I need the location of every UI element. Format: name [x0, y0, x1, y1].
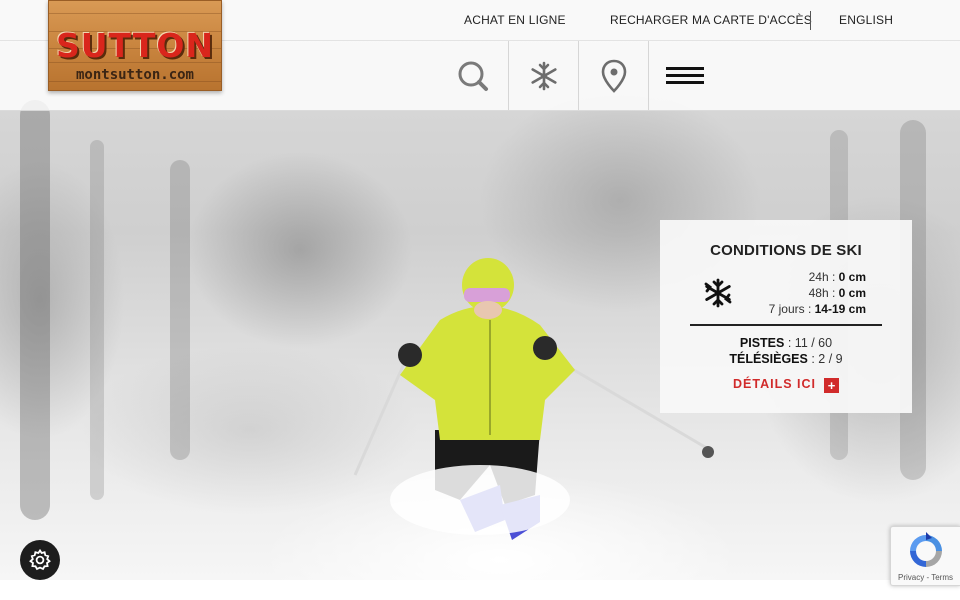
- recaptcha-links: Privacy - Terms: [891, 573, 960, 582]
- gear-icon: [29, 548, 51, 571]
- pistes-value: : 11 / 60: [787, 336, 833, 350]
- recaptcha-terms-link[interactable]: Terms: [931, 573, 953, 582]
- snow-24h-label: 24h :: [808, 270, 836, 284]
- menu-button[interactable]: [648, 41, 718, 110]
- sutton-logo[interactable]: SUTTON montsutton.com: [48, 0, 222, 91]
- plus-icon: +: [824, 378, 839, 393]
- hamburger-menu-icon: [665, 66, 704, 84]
- cookie-settings-button[interactable]: [20, 540, 60, 580]
- search-icon: [458, 61, 488, 91]
- recaptcha-badge[interactable]: Privacy - Terms: [890, 526, 960, 586]
- details-link[interactable]: DÉTAILS ICI +: [660, 377, 912, 393]
- buy-online-link[interactable]: ACHAT EN LIGNE: [464, 13, 566, 27]
- conditions-divider: [690, 324, 882, 326]
- snowflake-icon: [704, 278, 732, 308]
- map-pin-icon: [601, 59, 626, 93]
- topbar-divider: [810, 11, 811, 30]
- reload-card-link[interactable]: RECHARGER MA CARTE D'ACCÈS: [610, 13, 812, 27]
- recaptcha-privacy-link[interactable]: Privacy: [898, 573, 924, 582]
- snow-48h-row: 48h : 0 cm: [809, 286, 866, 300]
- lifts-row: TÉLÉSIÈGES : 2 / 9: [660, 352, 912, 366]
- recaptcha-logo-icon: [910, 532, 942, 567]
- logo-url: montsutton.com: [75, 67, 194, 83]
- pistes-row: PISTES : 11 / 60: [660, 336, 912, 350]
- snow-24h-value: 0 cm: [838, 270, 866, 284]
- snow-conditions-button[interactable]: [508, 41, 578, 110]
- language-switch-link[interactable]: ENGLISH: [839, 13, 893, 27]
- ski-conditions-card: CONDITIONS DE SKI 24h : 0 cm 48h : 0 cm …: [660, 220, 912, 413]
- lifts-label: TÉLÉSIÈGES: [729, 352, 808, 366]
- snow-7days-row: 7 jours : 14-19 cm: [769, 302, 866, 316]
- details-label: DÉTAILS ICI: [733, 377, 816, 391]
- snow-7days-value: 14-19 cm: [814, 302, 866, 316]
- snowflake-icon: [530, 61, 557, 90]
- pistes-label: PISTES: [739, 336, 785, 350]
- conditions-title: CONDITIONS DE SKI: [710, 242, 862, 259]
- logo-wordmark: SUTTON: [55, 26, 214, 65]
- snow-24h-row: 24h : 0 cm: [809, 270, 866, 284]
- snow-48h-label: 48h :: [808, 286, 836, 300]
- snow-7days-label: 7 jours :: [768, 302, 812, 316]
- lifts-value: : 2 / 9: [811, 352, 843, 366]
- search-button[interactable]: [438, 41, 508, 110]
- snow-48h-value: 0 cm: [838, 286, 866, 300]
- location-button[interactable]: [578, 41, 648, 110]
